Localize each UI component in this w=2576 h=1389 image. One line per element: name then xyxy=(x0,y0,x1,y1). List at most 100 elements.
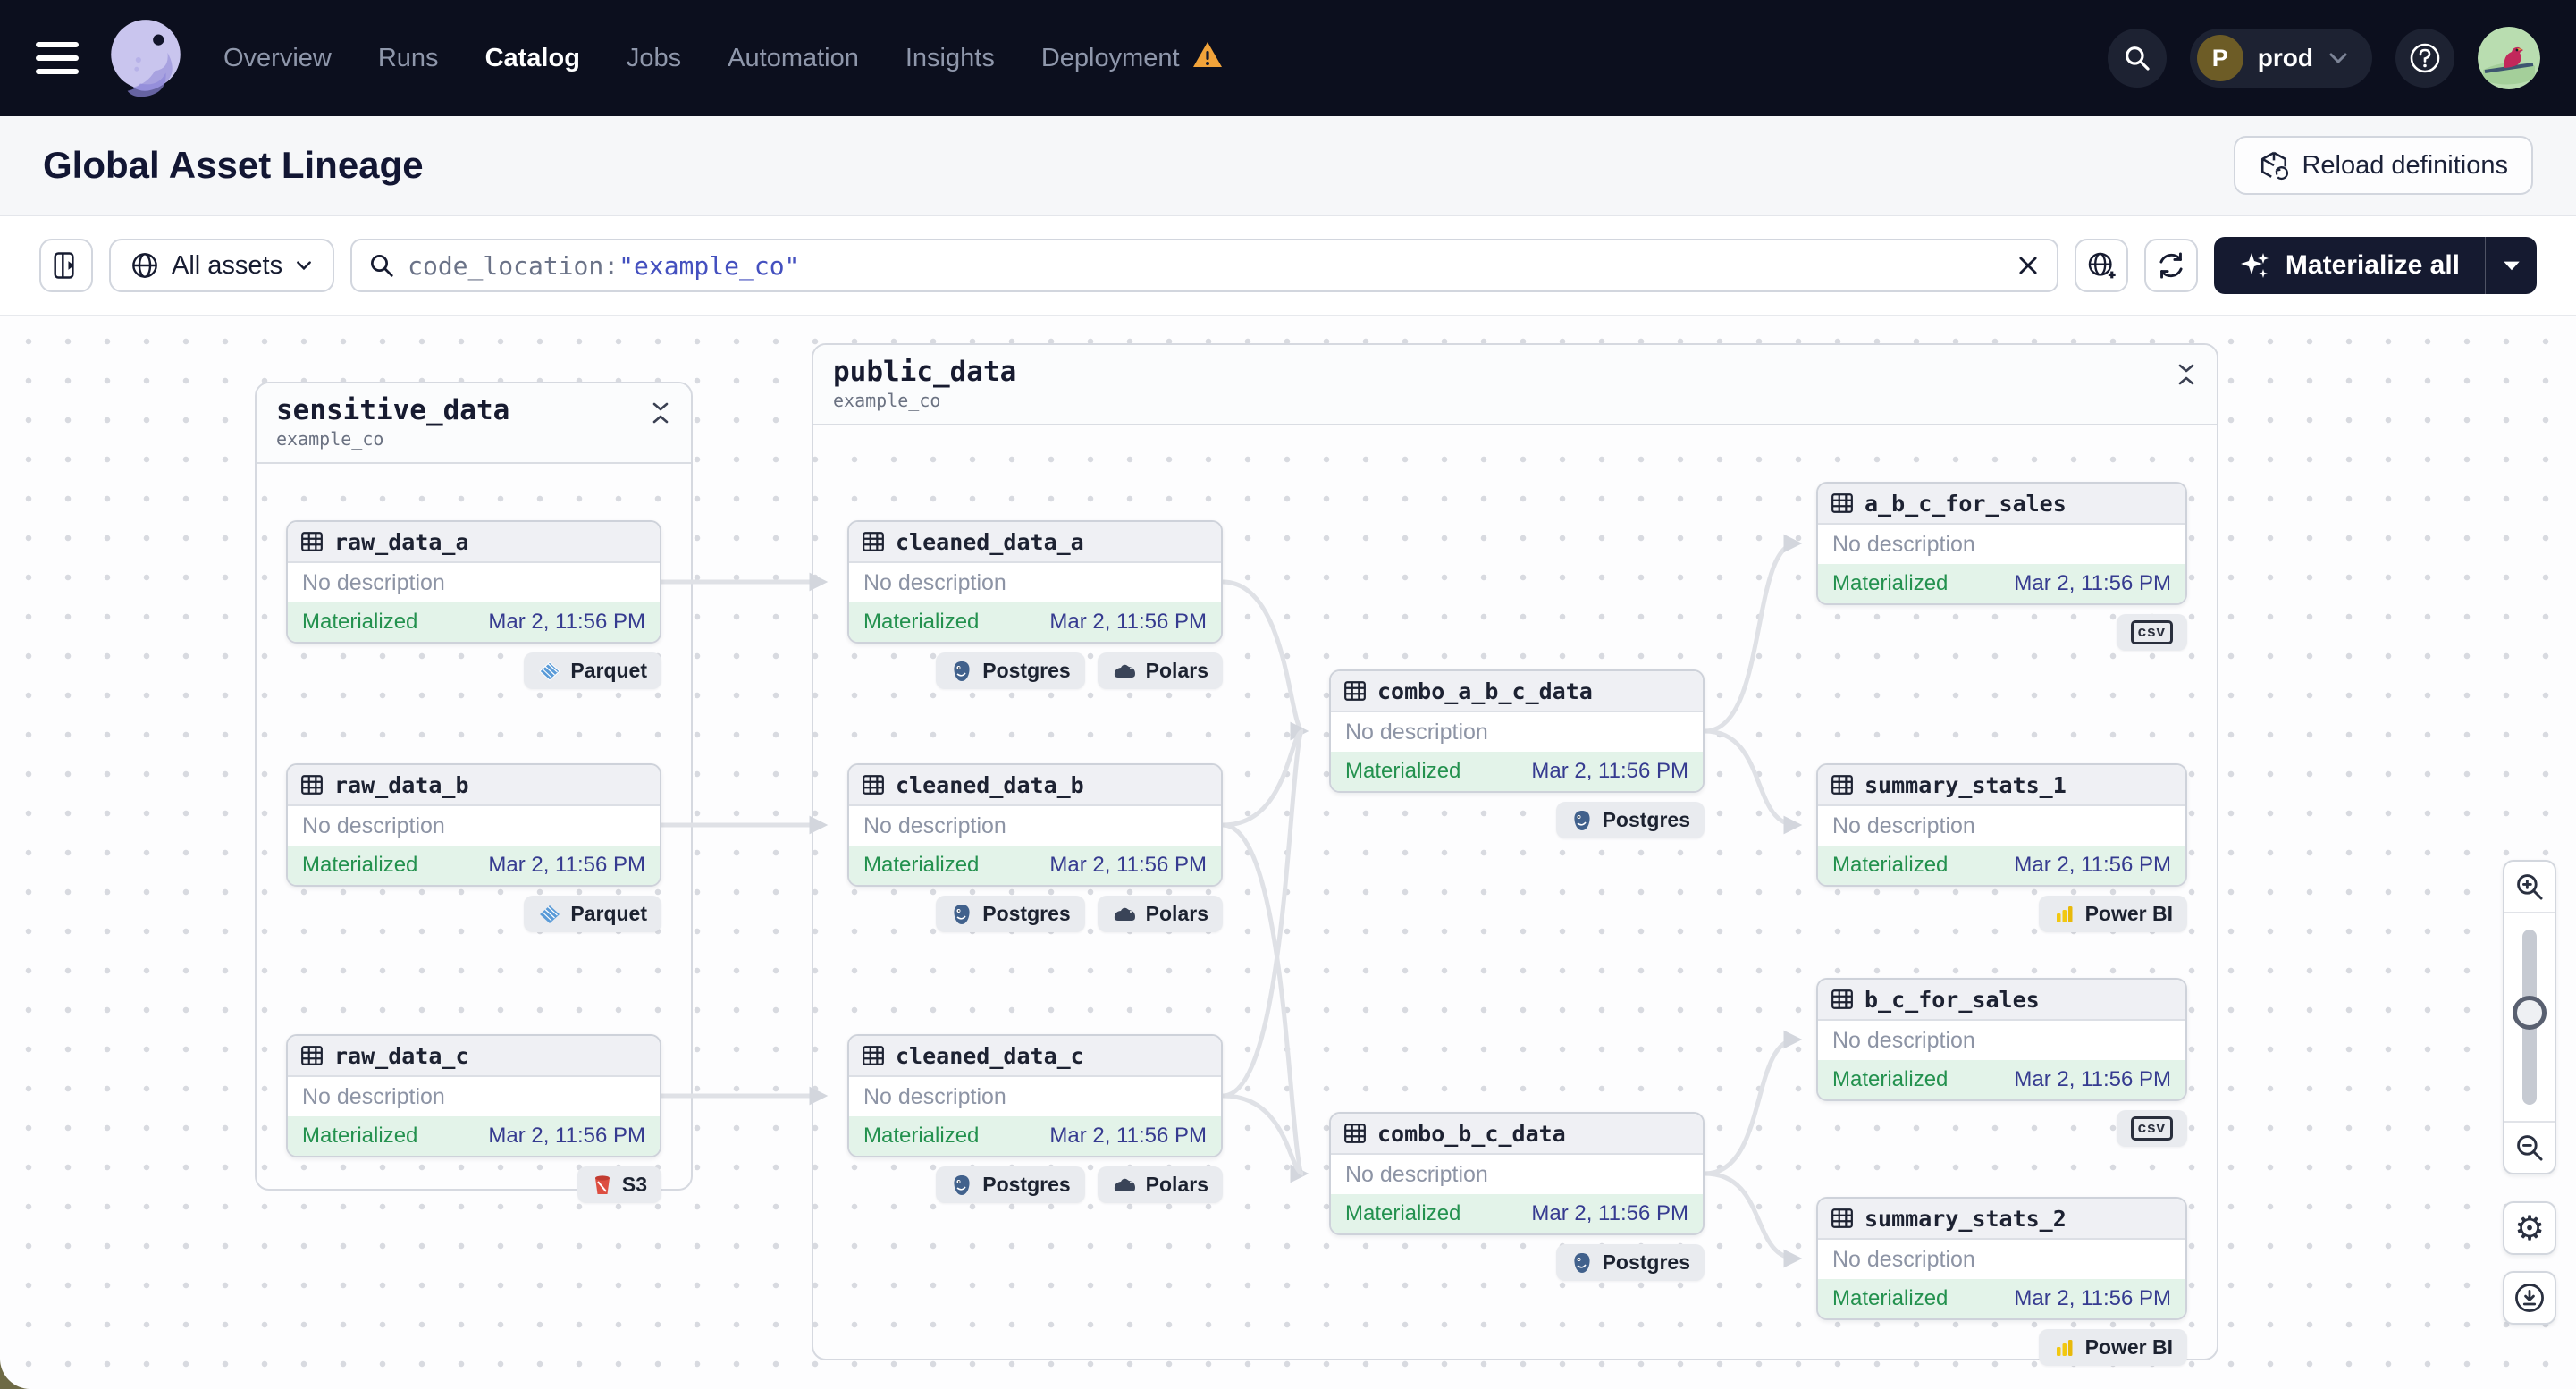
group-location: example_co xyxy=(276,428,384,450)
asset-node-b-c-for-sales[interactable]: b_c_for_sales No description Materialize… xyxy=(1816,978,2187,1101)
zoom-slider-handle[interactable] xyxy=(2513,996,2547,1030)
kind-badge-postgres[interactable]: Postgres xyxy=(936,1166,1085,1203)
reload-definitions-label: Reload definitions xyxy=(2302,150,2508,180)
menu-icon[interactable] xyxy=(36,42,79,74)
status-badge: Materialized xyxy=(863,610,980,634)
asset-description: No description xyxy=(1331,1155,1703,1194)
clear-search-icon[interactable] xyxy=(2016,253,2041,278)
asset-node-cleaned-data-a[interactable]: cleaned_data_a No description Materializ… xyxy=(847,520,1223,644)
table-icon xyxy=(863,775,884,795)
asset-description: No description xyxy=(849,806,1221,846)
kind-badge-powerbi[interactable]: Power BI xyxy=(2038,896,2187,932)
nav-item-insights[interactable]: Insights xyxy=(905,44,995,73)
group-header-public-data[interactable]: public_data example_co xyxy=(813,345,2217,425)
asset-node-raw-data-c[interactable]: raw_data_c No description Materialized Ma… xyxy=(286,1034,661,1158)
polars-icon xyxy=(1114,664,1135,678)
kind-badge-parquet[interactable]: Parquet xyxy=(524,652,661,689)
lineage-toolbar: All assets code_location:"example_co" Ma… xyxy=(0,216,2576,315)
user-avatar[interactable] xyxy=(2478,27,2540,89)
status-badge: Materialized xyxy=(1832,853,1949,877)
dagster-logo-icon[interactable] xyxy=(100,13,191,104)
collapse-group-icon[interactable] xyxy=(650,401,671,425)
kind-badge-polars[interactable]: Polars xyxy=(1097,896,1223,932)
toggle-sidebar-button[interactable] xyxy=(39,239,93,292)
nav-item-overview[interactable]: Overview xyxy=(223,44,332,73)
materialize-all-button[interactable]: Materialize all xyxy=(2213,237,2537,294)
kind-badge-parquet[interactable]: Parquet xyxy=(524,896,661,932)
kind-badge-postgres[interactable]: Postgres xyxy=(1555,802,1705,838)
asset-node-summary-stats-1[interactable]: summary_stats_1 No description Materiali… xyxy=(1816,763,2187,887)
lineage-canvas[interactable]: sensitive_data example_co public_data ex… xyxy=(0,315,2576,1389)
chevron-down-icon xyxy=(2329,53,2347,64)
status-badge: Materialized xyxy=(302,853,418,877)
asset-name: summary_stats_2 xyxy=(1865,1205,2067,1232)
asset-name: cleaned_data_c xyxy=(896,1042,1084,1069)
top-nav: Overview Runs Catalog Jobs Automation In… xyxy=(0,0,2576,116)
kind-badge-label: Power BI xyxy=(2084,1335,2173,1359)
environment-switcher[interactable]: P prod xyxy=(2189,29,2372,88)
table-icon xyxy=(1831,1208,1853,1228)
badge-row: Parquet xyxy=(286,896,661,932)
nav-item-catalog[interactable]: Catalog xyxy=(485,44,580,73)
nav-item-runs[interactable]: Runs xyxy=(378,44,439,73)
asset-node-raw-data-b[interactable]: raw_data_b No description Materialized Ma… xyxy=(286,763,661,887)
kind-badge-powerbi[interactable]: Power BI xyxy=(2038,1329,2187,1366)
new-location-button[interactable] xyxy=(2074,239,2128,292)
kind-badge-label: Polars xyxy=(1145,902,1208,925)
status-badge: Materialized xyxy=(1345,759,1461,783)
help-button[interactable] xyxy=(2395,29,2454,88)
materialize-options-button[interactable] xyxy=(2485,237,2537,294)
table-icon xyxy=(863,1046,884,1065)
table-icon xyxy=(1344,681,1366,701)
global-search-button[interactable] xyxy=(2107,29,2167,88)
kind-badge-s3[interactable]: S3 xyxy=(577,1166,661,1203)
asset-node-raw-data-a[interactable]: raw_data_a No description Materialized Ma… xyxy=(286,520,661,644)
kind-badge-label: S3 xyxy=(621,1173,647,1196)
asset-node-combo-b-c-data[interactable]: combo_b_c_data No description Materializ… xyxy=(1329,1112,1705,1235)
materialization-timestamp: Mar 2, 11:56 PM xyxy=(2014,1286,2171,1310)
kind-badge-polars[interactable]: Polars xyxy=(1097,1166,1223,1203)
asset-node-cleaned-data-c[interactable]: cleaned_data_c No description Materializ… xyxy=(847,1034,1223,1158)
search-query: code_location:"example_co" xyxy=(408,250,800,281)
graph-settings-button[interactable]: ⚙ xyxy=(2503,1201,2556,1255)
status-badge: Materialized xyxy=(863,853,980,877)
kind-badge-postgres[interactable]: Postgres xyxy=(936,652,1085,689)
materialization-timestamp: Mar 2, 11:56 PM xyxy=(1531,759,1688,783)
kind-badge-postgres[interactable]: Postgres xyxy=(1555,1244,1705,1281)
globe-icon xyxy=(132,253,157,278)
zoom-in-button[interactable] xyxy=(2504,862,2555,913)
reload-definitions-button[interactable]: Reload definitions xyxy=(2234,136,2533,195)
asset-node-summary-stats-2[interactable]: summary_stats_2 No description Materiali… xyxy=(1816,1197,2187,1320)
search-input[interactable]: code_location:"example_co" xyxy=(350,239,2058,292)
materialization-timestamp: Mar 2, 11:56 PM xyxy=(488,610,645,634)
zoom-out-button[interactable] xyxy=(2504,1121,2555,1173)
nav-item-jobs[interactable]: Jobs xyxy=(627,44,681,73)
asset-node-a-b-c-for-sales[interactable]: a_b_c_for_sales No description Materiali… xyxy=(1816,482,2187,605)
refresh-button[interactable] xyxy=(2143,239,2198,292)
kind-badge-postgres[interactable]: Postgres xyxy=(936,896,1085,932)
postgres-icon xyxy=(954,1174,970,1195)
group-header-sensitive-data[interactable]: sensitive_data example_co xyxy=(257,383,691,464)
asset-name: a_b_c_for_sales xyxy=(1865,490,2067,517)
nav-item-automation[interactable]: Automation xyxy=(728,44,859,73)
gear-icon: ⚙ xyxy=(2513,1208,2546,1248)
asset-name: raw_data_b xyxy=(334,771,469,798)
nav-item-deployment[interactable]: Deployment xyxy=(1041,40,1223,76)
asset-node-cleaned-data-b[interactable]: cleaned_data_b No description Materializ… xyxy=(847,763,1223,887)
download-image-button[interactable] xyxy=(2503,1271,2556,1325)
collapse-group-icon[interactable] xyxy=(2176,363,2197,386)
materialize-all-main[interactable]: Materialize all xyxy=(2214,237,2485,294)
postgres-icon xyxy=(1573,1252,1590,1273)
nav-item-deployment-label: Deployment xyxy=(1040,43,1180,72)
materialization-timestamp: Mar 2, 11:56 PM xyxy=(488,1124,645,1148)
asset-description: No description xyxy=(849,1077,1221,1116)
asset-filter-dropdown[interactable]: All assets xyxy=(109,239,335,292)
asset-node-combo-a-b-c-data[interactable]: combo_a_b_c_data No description Material… xyxy=(1329,669,1705,793)
kind-badge-polars[interactable]: Polars xyxy=(1097,652,1223,689)
kind-badge-csv[interactable]: csv xyxy=(2116,1110,2187,1147)
csv-icon: csv xyxy=(2130,620,2173,644)
zoom-slider[interactable] xyxy=(2504,913,2555,1121)
status-badge: Materialized xyxy=(863,1124,980,1148)
kind-badge-csv[interactable]: csv xyxy=(2116,614,2187,651)
materialization-timestamp: Mar 2, 11:56 PM xyxy=(1049,610,1207,634)
